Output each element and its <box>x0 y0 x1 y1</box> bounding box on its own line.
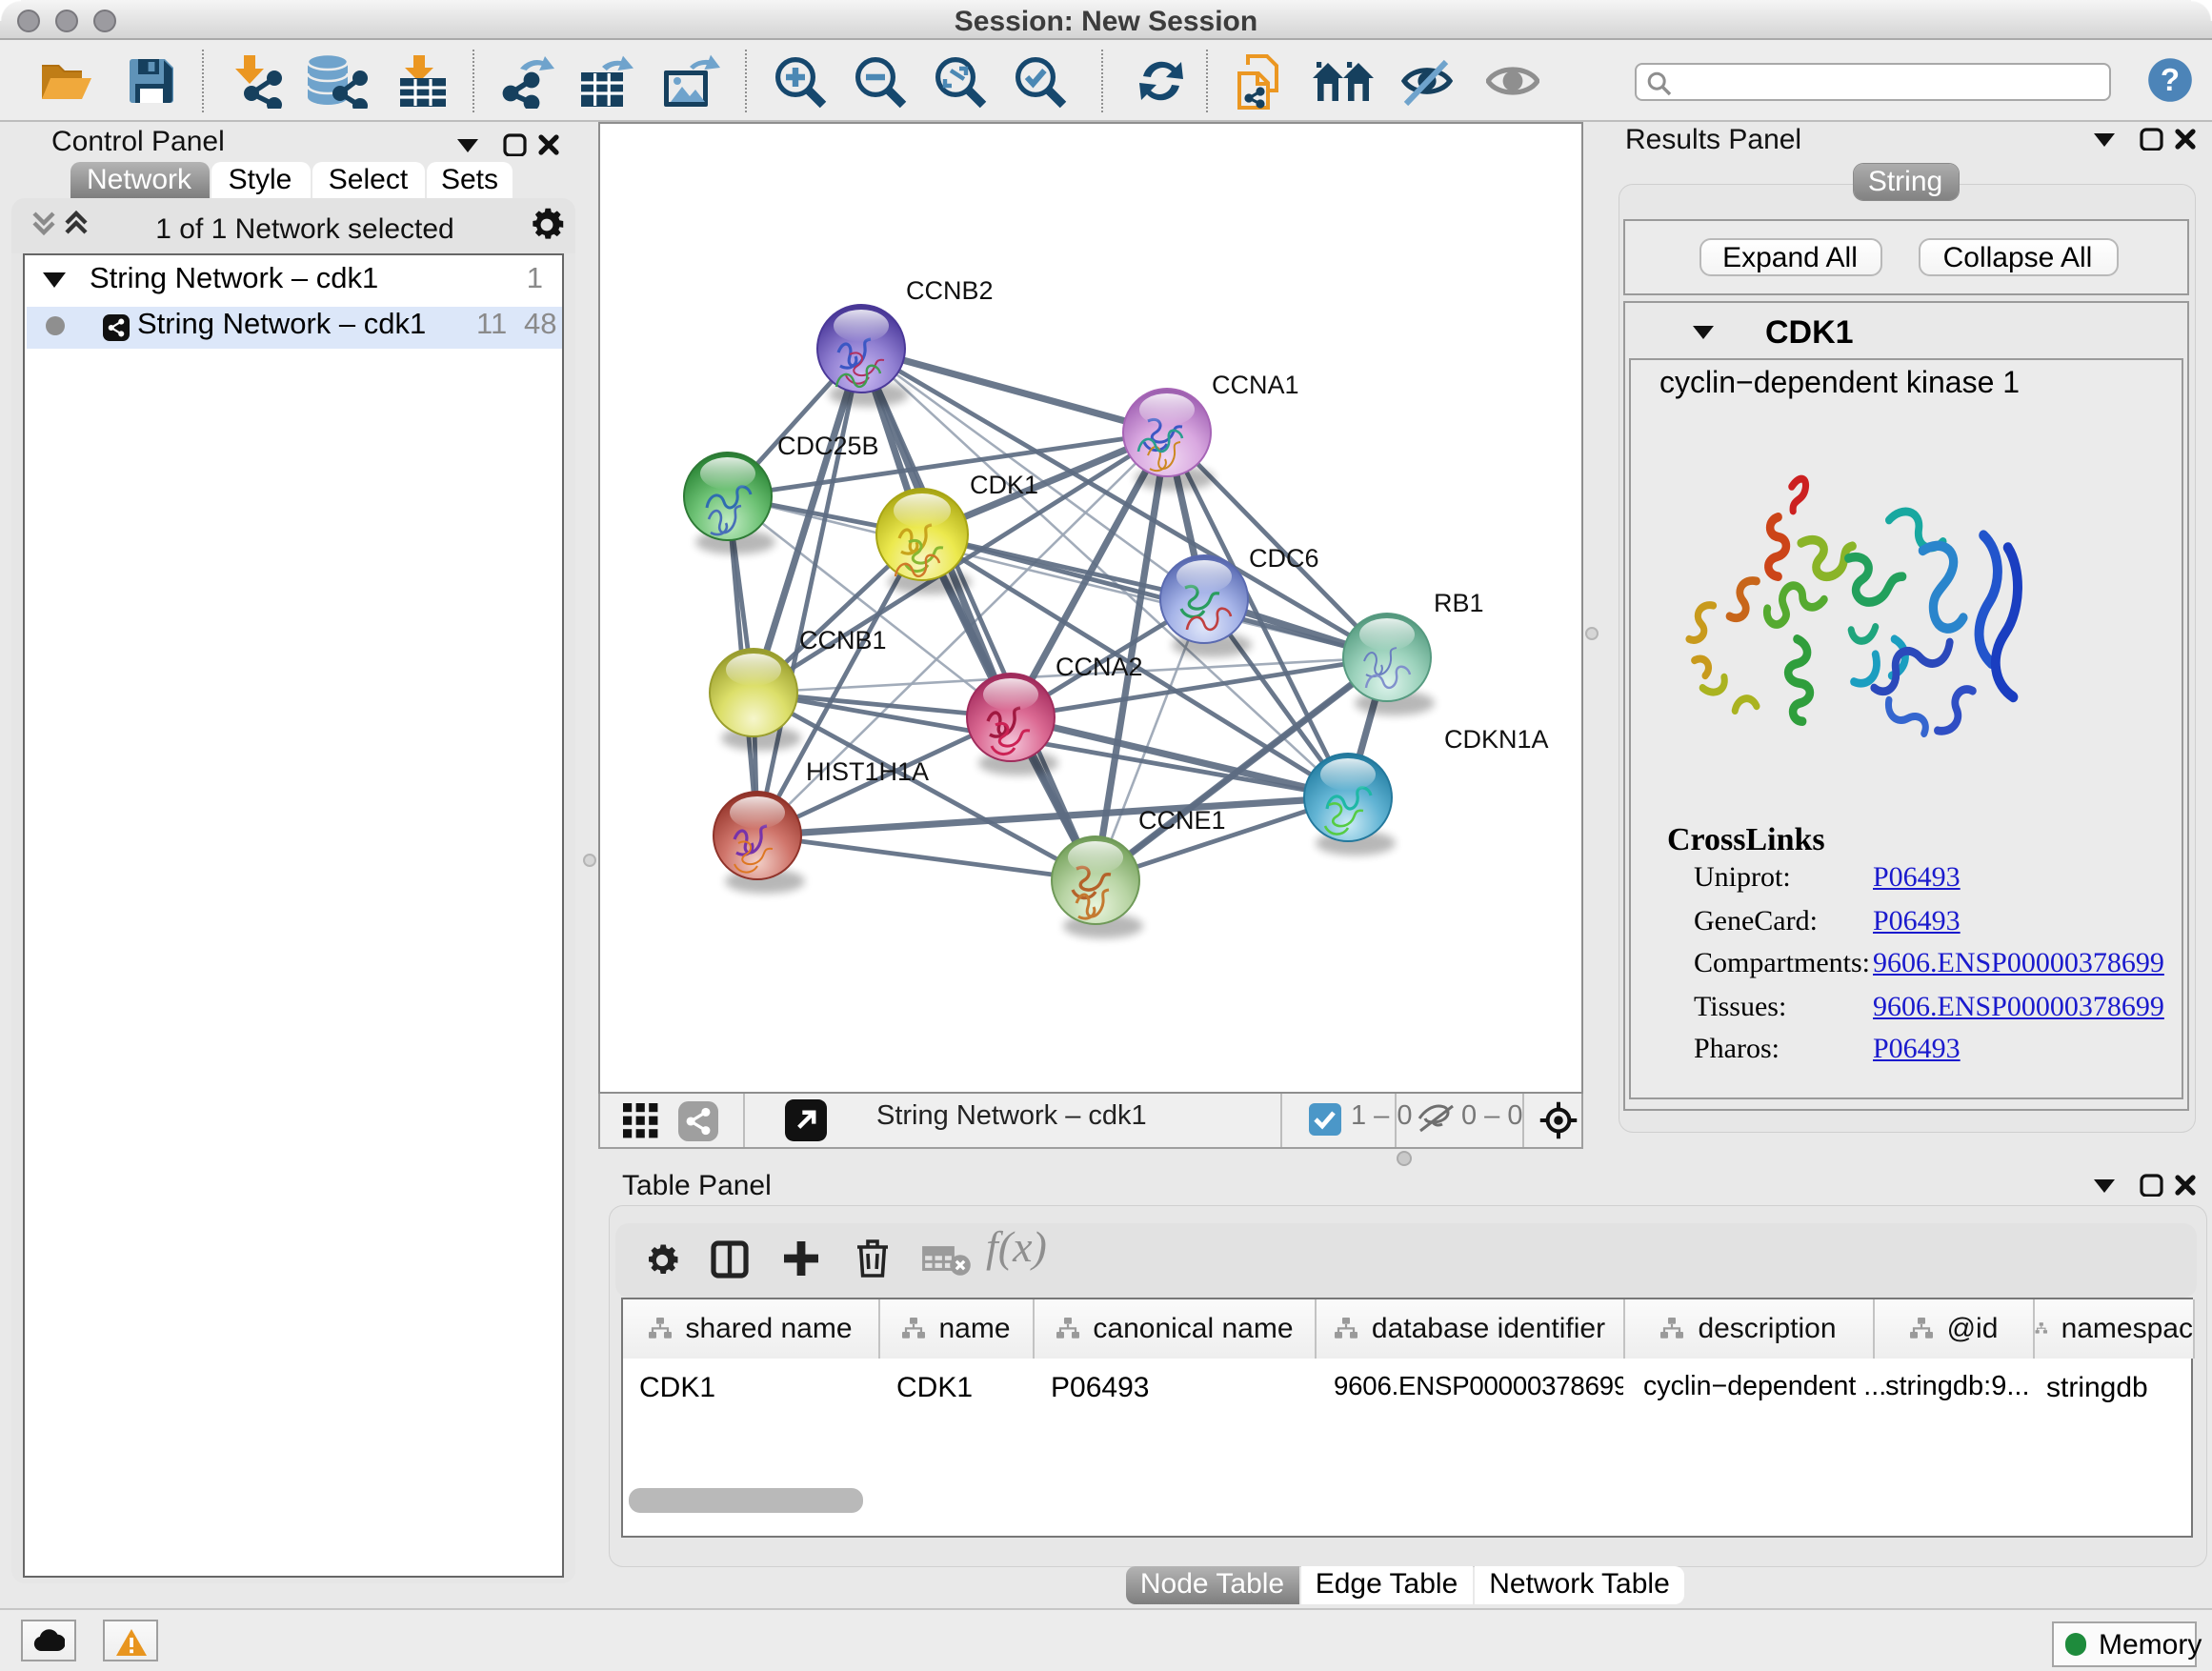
svg-text:CCNA1: CCNA1 <box>1212 371 1299 399</box>
svg-text:CDC6: CDC6 <box>1249 544 1319 573</box>
svg-text:CDC25B: CDC25B <box>777 432 879 460</box>
svg-text:RB1: RB1 <box>1434 589 1484 617</box>
svg-text:?: ? <box>2161 62 2180 97</box>
svg-text:CCNB2: CCNB2 <box>906 276 994 305</box>
svg-text:CDK1: CDK1 <box>970 471 1038 499</box>
svg-text:CCNE1: CCNE1 <box>1138 806 1226 835</box>
svg-text:CDKN1A: CDKN1A <box>1444 725 1549 754</box>
svg-text:CCNA2: CCNA2 <box>1056 653 1143 681</box>
svg-text:HIST1H1A: HIST1H1A <box>806 757 929 786</box>
svg-text:CCNB1: CCNB1 <box>799 626 887 654</box>
